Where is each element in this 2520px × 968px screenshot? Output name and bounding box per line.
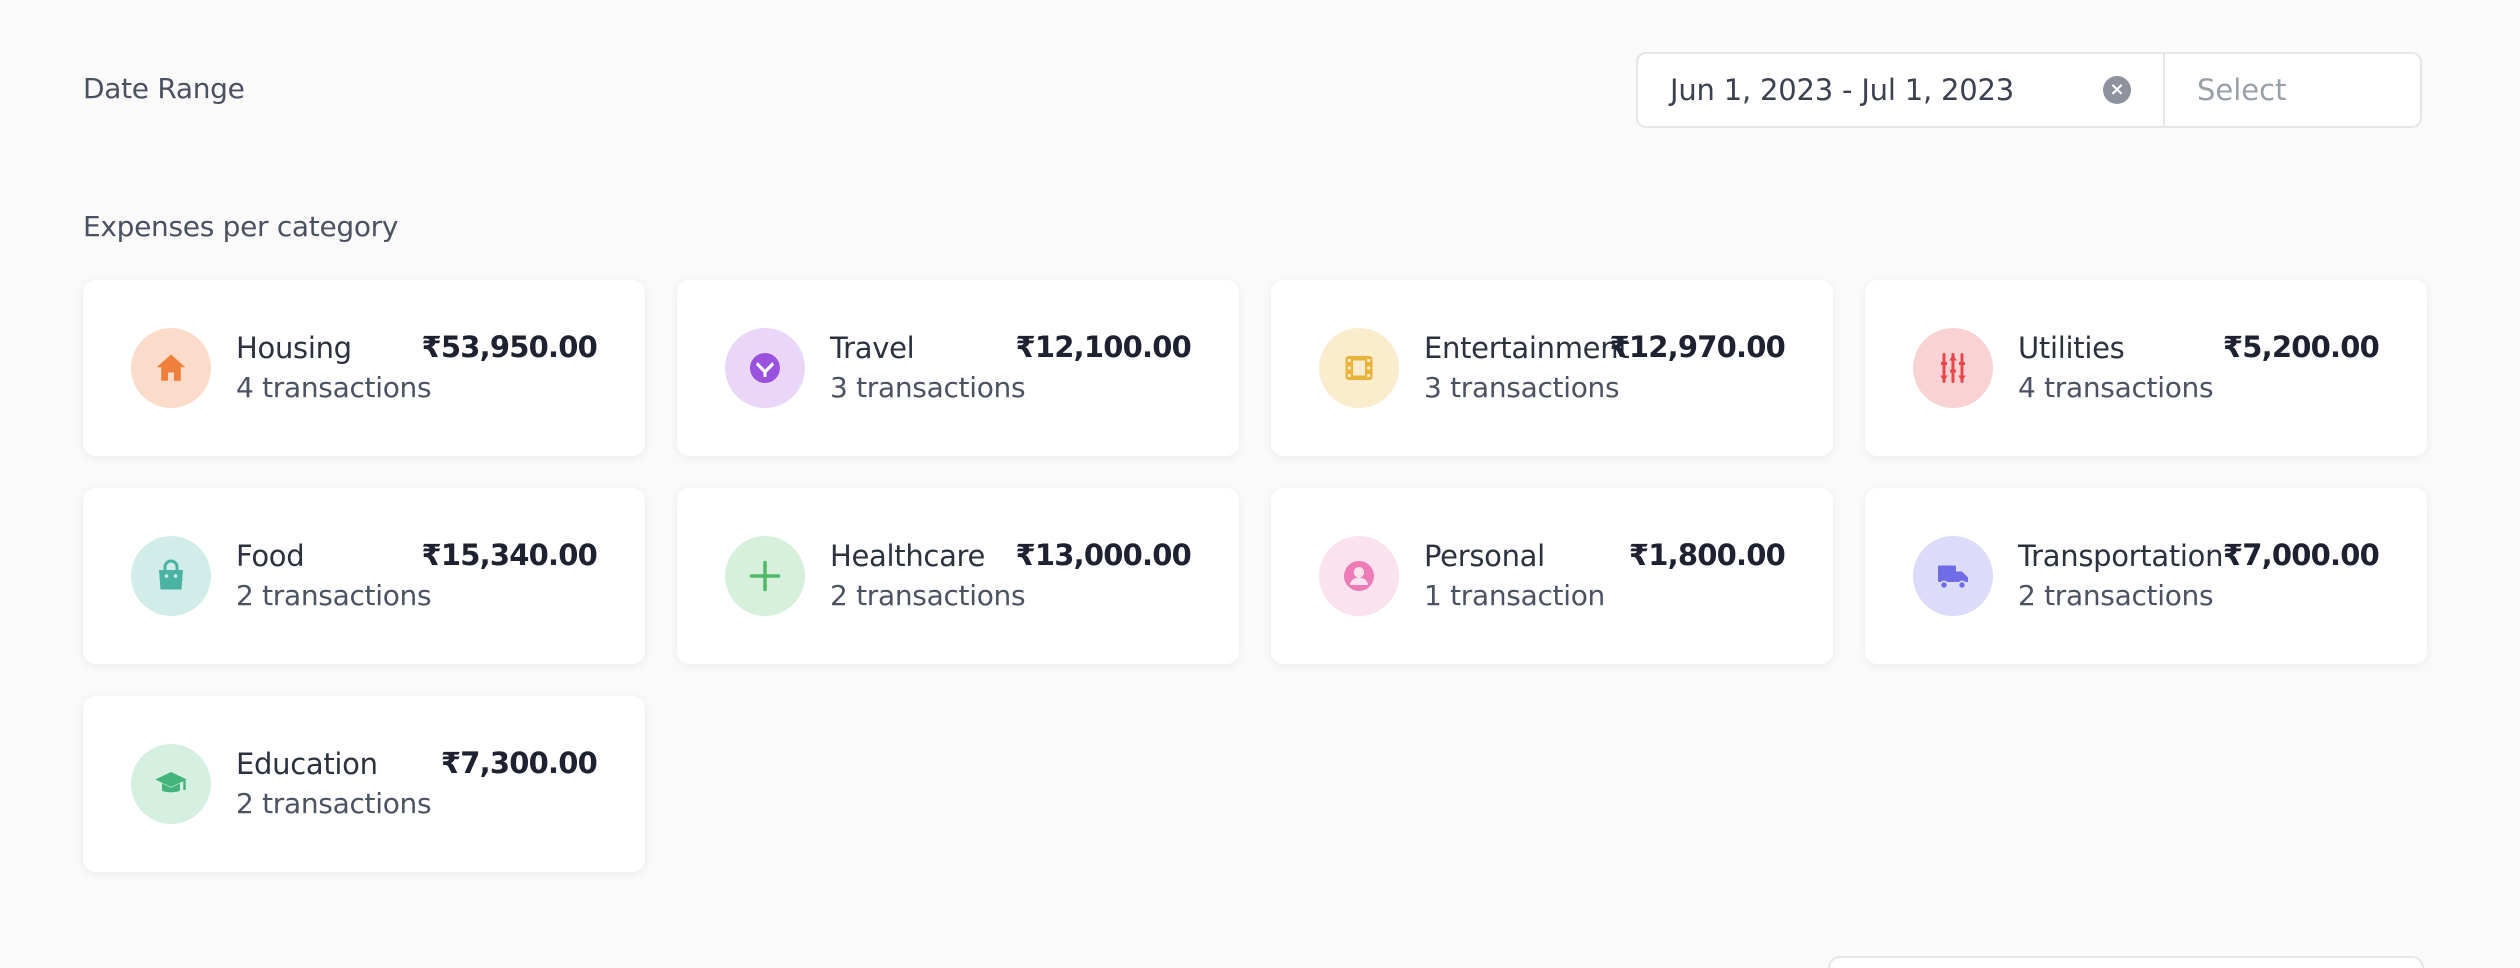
category-card-entertainment[interactable]: Entertainment 3 transactions ₹12,970.00 [1271, 280, 1833, 456]
transaction-count: 3 transactions [1424, 371, 1620, 404]
category-amount: ₹13,000.00 [1015, 538, 1192, 572]
category-card-travel[interactable]: Travel 3 transactions ₹12,100.00 [677, 280, 1239, 456]
transaction-count: 2 transactions [2018, 579, 2214, 612]
shopping-bag-icon [131, 536, 211, 616]
category-grid: Housing 4 transactions ₹53,950.00 Travel… [83, 280, 2427, 872]
category-card-utilities[interactable]: Utilities 4 transactions ₹5,200.00 [1865, 280, 2427, 456]
partial-card [1828, 956, 2424, 968]
graduation-cap-icon [131, 744, 211, 824]
date-range-picker[interactable]: Jun 1, 2023 - Jul 1, 2023 × Select [1636, 52, 2422, 128]
plane-icon [725, 328, 805, 408]
plus-icon [725, 536, 805, 616]
transaction-count: 3 transactions [830, 371, 1026, 404]
truck-icon [1913, 536, 1993, 616]
user-circle-icon [1319, 536, 1399, 616]
category-card-education[interactable]: Education 2 transactions ₹7,300.00 [83, 696, 645, 872]
category-amount: ₹7,300.00 [440, 746, 598, 780]
sliders-icon [1913, 328, 1993, 408]
category-amount: ₹15,340.00 [421, 538, 598, 572]
clear-icon[interactable]: × [2103, 76, 2131, 104]
section-title: Expenses per category [83, 210, 399, 243]
category-amount: ₹7,000.00 [2222, 538, 2380, 572]
category-card-transportation[interactable]: Transportation 2 transactions ₹7,000.00 [1865, 488, 2427, 664]
transaction-count: 4 transactions [236, 371, 432, 404]
date-range-label: Date Range [83, 72, 245, 105]
film-icon [1319, 328, 1399, 408]
category-card-healthcare[interactable]: Healthcare 2 transactions ₹13,000.00 [677, 488, 1239, 664]
transaction-count: 4 transactions [2018, 371, 2214, 404]
expenses-page: Date Range Jun 1, 2023 - Jul 1, 2023 × S… [0, 0, 2520, 968]
date-range-value: Jun 1, 2023 - Jul 1, 2023 [1670, 73, 2015, 107]
category-amount: ₹12,970.00 [1609, 330, 1786, 364]
category-amount: ₹53,950.00 [421, 330, 598, 364]
category-card-personal[interactable]: Personal 1 transaction ₹1,800.00 [1271, 488, 1833, 664]
category-amount: ₹5,200.00 [2222, 330, 2380, 364]
category-amount: ₹1,800.00 [1628, 538, 1786, 572]
transaction-count: 1 transaction [1424, 579, 1605, 612]
transaction-count: 2 transactions [236, 787, 432, 820]
transaction-count: 2 transactions [236, 579, 432, 612]
category-card-housing[interactable]: Housing 4 transactions ₹53,950.00 [83, 280, 645, 456]
home-icon [131, 328, 211, 408]
date-range-input[interactable]: Jun 1, 2023 - Jul 1, 2023 × [1638, 54, 2165, 126]
category-card-food[interactable]: Food 2 transactions ₹15,340.00 [83, 488, 645, 664]
transaction-count: 2 transactions [830, 579, 1026, 612]
select-dropdown[interactable]: Select [2165, 54, 2420, 126]
category-amount: ₹12,100.00 [1015, 330, 1192, 364]
